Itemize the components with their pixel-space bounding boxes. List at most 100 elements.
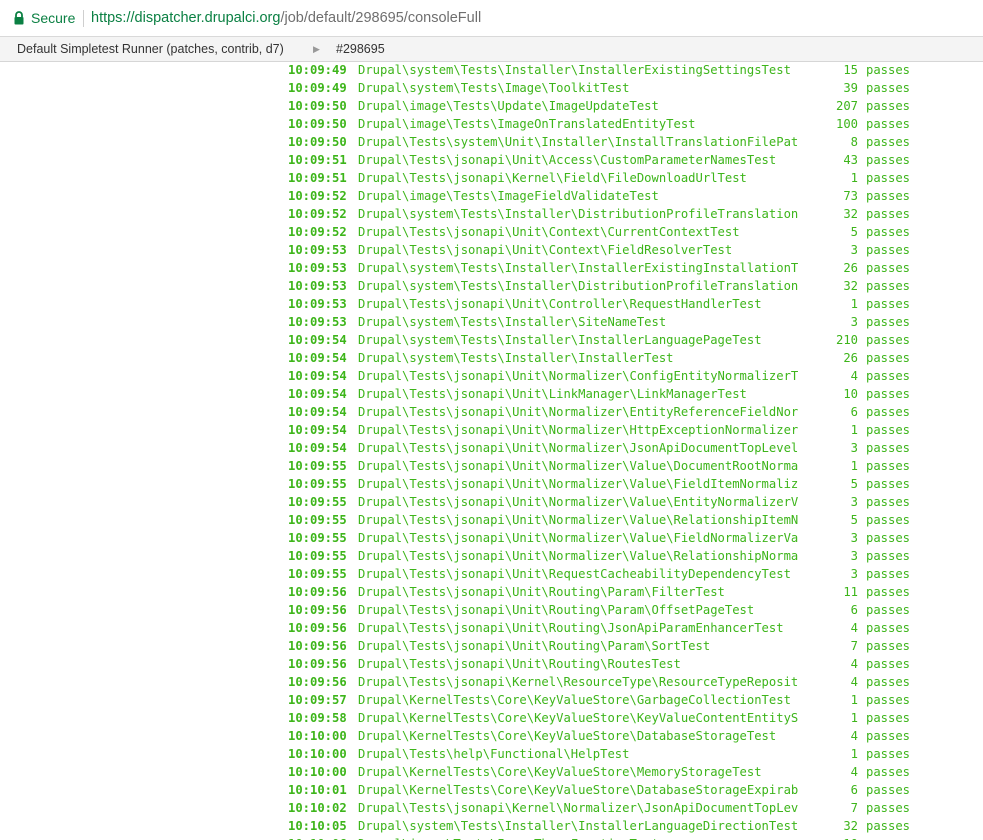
log-result-label: passes xyxy=(866,333,911,347)
log-pass-count: 1 xyxy=(850,297,858,311)
log-test-name: Drupal\image\Tests\ImageFieldValidateTes… xyxy=(358,189,659,203)
log-result-label: passes xyxy=(866,477,911,491)
log-row: 10:10:06 Drupal\image\Tests\ImageThemeFun… xyxy=(288,835,983,840)
log-result-label: passes xyxy=(866,531,911,545)
log-pass-count: 1 xyxy=(850,711,858,725)
log-timestamp: 10:10:00 xyxy=(288,747,347,761)
log-pass-count: 26 xyxy=(843,351,858,365)
log-pass-count: 6 xyxy=(850,405,858,419)
log-pass-count: 4 xyxy=(850,729,858,743)
log-timestamp: 10:09:55 xyxy=(288,531,347,545)
log-test-name: Drupal\Tests\jsonapi\Unit\Access\CustomP… xyxy=(358,153,777,167)
log-pass-count: 32 xyxy=(843,279,858,293)
log-test-name: Drupal\KernelTests\Core\KeyValueStore\Ke… xyxy=(358,711,799,725)
log-test-name: Drupal\Tests\jsonapi\Unit\Context\Curren… xyxy=(358,225,740,239)
log-timestamp: 10:09:53 xyxy=(288,279,347,293)
log-row: 10:09:53 Drupal\Tests\jsonapi\Unit\Contex… xyxy=(288,241,983,259)
log-pass-count: 11 xyxy=(843,585,858,599)
log-test-name: Drupal\Tests\jsonapi\Unit\RequestCacheab… xyxy=(358,567,791,581)
lock-icon xyxy=(14,11,24,25)
log-test-name: Drupal\Tests\jsonapi\Unit\Controller\Req… xyxy=(358,297,762,311)
log-pass-count: 3 xyxy=(850,441,858,455)
log-timestamp: 10:09:53 xyxy=(288,261,347,275)
log-result-label: passes xyxy=(866,261,911,275)
log-test-name: Drupal\KernelTests\Core\KeyValueStore\Ga… xyxy=(358,693,791,707)
log-row: 10:09:54 Drupal\Tests\jsonapi\Unit\Normal… xyxy=(288,367,983,385)
log-row: 10:09:49 Drupal\system\Tests\Installer\In… xyxy=(288,61,983,79)
log-pass-count: 10 xyxy=(843,387,858,401)
log-timestamp: 10:09:54 xyxy=(288,423,347,437)
log-pass-count: 1 xyxy=(850,747,858,761)
log-row: 10:09:50 Drupal\image\Tests\ImageOnTransl… xyxy=(288,115,983,133)
log-result-label: passes xyxy=(866,297,911,311)
log-test-name: Drupal\KernelTests\Core\KeyValueStore\Da… xyxy=(358,783,799,797)
url-path: /job/default/298695/consoleFull xyxy=(280,10,482,26)
log-timestamp: 10:09:56 xyxy=(288,639,347,653)
log-timestamp: 10:09:53 xyxy=(288,243,347,257)
log-test-name: Drupal\Tests\jsonapi\Unit\Routing\Param\… xyxy=(358,639,711,653)
log-timestamp: 10:09:52 xyxy=(288,189,347,203)
log-timestamp: 10:09:49 xyxy=(288,63,347,77)
log-pass-count: 3 xyxy=(850,531,858,545)
log-result-label: passes xyxy=(866,603,911,617)
breadcrumb-separator-icon[interactable]: ▶ xyxy=(313,42,320,56)
log-result-label: passes xyxy=(866,549,911,563)
log-test-name: Drupal\system\Tests\Installer\InstallerT… xyxy=(358,351,674,365)
log-timestamp: 10:09:55 xyxy=(288,495,347,509)
log-row: 10:09:50 Drupal\image\Tests\Update\ImageU… xyxy=(288,97,983,115)
log-test-name: Drupal\system\Tests\Installer\SiteNameTe… xyxy=(358,315,667,329)
log-row: 10:09:55 Drupal\Tests\jsonapi\Unit\Reques… xyxy=(288,565,983,583)
log-result-label: passes xyxy=(866,99,911,113)
log-row: 10:09:55 Drupal\Tests\jsonapi\Unit\Normal… xyxy=(288,529,983,547)
log-timestamp: 10:09:54 xyxy=(288,333,347,347)
log-timestamp: 10:09:55 xyxy=(288,513,347,527)
log-result-label: passes xyxy=(866,423,911,437)
log-row: 10:09:55 Drupal\Tests\jsonapi\Unit\Normal… xyxy=(288,547,983,565)
log-row: 10:09:53 Drupal\system\Tests\Installer\In… xyxy=(288,259,983,277)
log-timestamp: 10:10:06 xyxy=(288,835,347,840)
log-result-label: passes xyxy=(866,835,910,840)
log-result-label: passes xyxy=(866,207,911,221)
log-test-name: Drupal\Tests\jsonapi\Unit\Normalizer\Htt… xyxy=(358,423,799,437)
log-row: 10:09:55 Drupal\Tests\jsonapi\Unit\Normal… xyxy=(288,511,983,529)
log-test-name: Drupal\image\Tests\ImageThemeFunctionTes… xyxy=(358,835,659,840)
log-test-name: Drupal\Tests\jsonapi\Unit\Routing\Param\… xyxy=(358,585,725,599)
address-bar[interactable]: Secure https://dispatcher.drupalci.org/j… xyxy=(0,0,983,37)
log-timestamp: 10:09:56 xyxy=(288,657,347,671)
log-timestamp: 10:09:53 xyxy=(288,315,347,329)
log-timestamp: 10:09:54 xyxy=(288,387,347,401)
log-result-label: passes xyxy=(866,657,911,671)
log-row: 10:09:56 Drupal\Tests\jsonapi\Unit\Routin… xyxy=(288,637,983,655)
secure-indicator[interactable]: Secure xyxy=(13,9,75,27)
log-row: 10:09:56 Drupal\Tests\jsonapi\Kernel\Reso… xyxy=(288,673,983,691)
log-test-name: Drupal\system\Tests\Installer\InstallerE… xyxy=(358,261,799,275)
log-timestamp: 10:09:55 xyxy=(288,549,347,563)
log-test-name: Drupal\Tests\jsonapi\Kernel\Field\FileDo… xyxy=(358,171,747,185)
log-timestamp: 10:09:57 xyxy=(288,693,347,707)
log-row: 10:09:50 Drupal\Tests\system\Unit\Install… xyxy=(288,133,983,151)
breadcrumb-job-link[interactable]: Default Simpletest Runner (patches, cont… xyxy=(17,42,284,56)
log-timestamp: 10:09:50 xyxy=(288,99,347,113)
log-timestamp: 10:10:00 xyxy=(288,729,347,743)
breadcrumb-build-link[interactable]: #298695 xyxy=(336,42,385,56)
log-result-label: passes xyxy=(866,81,911,95)
log-timestamp: 10:09:54 xyxy=(288,351,347,365)
log-result-label: passes xyxy=(866,693,911,707)
log-pass-count: 5 xyxy=(850,225,858,239)
log-result-label: passes xyxy=(866,639,911,653)
url-text[interactable]: https://dispatcher.drupalci.org/job/defa… xyxy=(91,9,481,27)
log-result-label: passes xyxy=(866,117,911,131)
log-row: 10:09:54 Drupal\Tests\jsonapi\Unit\LinkMa… xyxy=(288,385,983,403)
log-row: 10:09:52 Drupal\system\Tests\Installer\Di… xyxy=(288,205,983,223)
log-pass-count: 3 xyxy=(850,567,858,581)
log-row: 10:09:55 Drupal\Tests\jsonapi\Unit\Normal… xyxy=(288,493,983,511)
log-result-label: passes xyxy=(866,747,911,761)
log-timestamp: 10:10:01 xyxy=(288,783,347,797)
breadcrumb: Default Simpletest Runner (patches, cont… xyxy=(0,37,983,62)
log-row: 10:09:56 Drupal\Tests\jsonapi\Unit\Routin… xyxy=(288,655,983,673)
log-row: 10:09:56 Drupal\Tests\jsonapi\Unit\Routin… xyxy=(288,601,983,619)
log-row: 10:09:53 Drupal\system\Tests\Installer\Si… xyxy=(288,313,983,331)
log-pass-count: 5 xyxy=(850,477,858,491)
log-row: 10:10:00 Drupal\Tests\help\Functional\Hel… xyxy=(288,745,983,763)
log-row: 10:10:00 Drupal\KernelTests\Core\KeyValue… xyxy=(288,763,983,781)
